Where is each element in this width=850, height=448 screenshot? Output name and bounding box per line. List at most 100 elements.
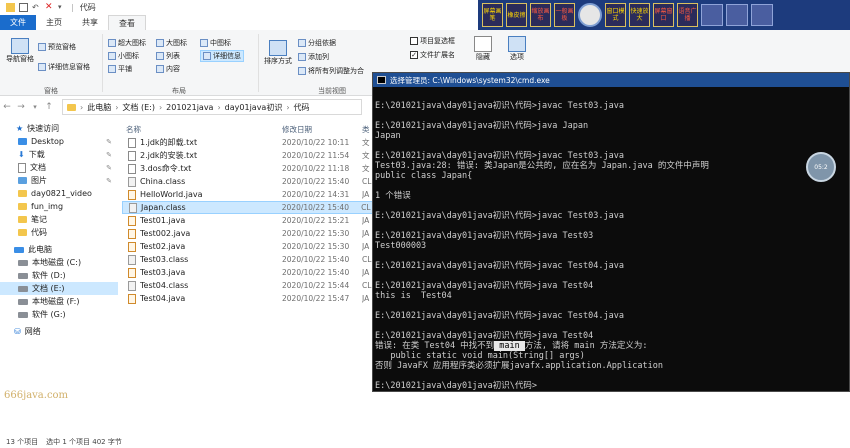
layout-content[interactable]: 内容 [156, 64, 180, 74]
record-icon[interactable] [578, 3, 602, 27]
tool-button[interactable]: 橡皮擦 [506, 3, 527, 27]
nav-item-fun-img[interactable]: fun_img [0, 200, 118, 213]
nav-item-network[interactable]: ⛁ 网络 [0, 325, 118, 338]
file-row[interactable]: Test002.java 2020/10/22 15:30 JA [122, 227, 374, 240]
file-extensions-toggle[interactable]: ✓ 文件扩展名 [410, 50, 455, 60]
undo-icon[interactable]: ↶ [32, 3, 41, 12]
sort-by-button[interactable]: 排序方式 [264, 40, 292, 66]
breadcrumb-item[interactable]: 201021java [166, 103, 213, 112]
pen-icon[interactable] [701, 4, 723, 26]
layout-large-icons[interactable]: 大图标 [156, 38, 187, 48]
nav-label: 此电脑 [28, 245, 52, 254]
cmd-title-bar[interactable]: 选择管理员: C:\Windows\system32\cmd.exe [373, 73, 849, 87]
file-row[interactable]: 2.jdk的安装.txt 2020/10/22 11:54 文 [122, 149, 374, 162]
nav-item-drive-d[interactable]: 软件 (D:) [0, 269, 118, 282]
add-column-button[interactable]: 添加列 [298, 52, 329, 62]
cmd-error-line: 错误: 在类 Test04 中找不到 main 方法, 请将 main 方法定义… [375, 341, 849, 351]
screen-icon[interactable] [726, 4, 748, 26]
file-row[interactable]: Test04.java 2020/10/22 15:47 JA [122, 292, 374, 305]
file-row[interactable]: Test01.java 2020/10/22 15:21 JA [122, 214, 374, 227]
properties-icon[interactable] [19, 2, 28, 12]
layout-medium-icons[interactable]: 中图标 [200, 38, 231, 48]
layout-details[interactable]: 详细信息 [200, 50, 244, 62]
nav-pane-button[interactable]: 导航窗格 [6, 38, 34, 64]
nav-item-notes[interactable]: 笔记 [0, 213, 118, 226]
file-row[interactable]: Test04.class 2020/10/22 15:44 CL [122, 279, 374, 292]
tool-button[interactable]: 屏幕窗口 [653, 3, 674, 27]
file-row[interactable]: 3.dos命令.txt 2020/10/22 11:18 文 [122, 162, 374, 175]
layout-label: 平铺 [118, 65, 132, 73]
floating-timer-badge[interactable]: 05:2 [806, 152, 836, 182]
forward-arrow-icon[interactable]: → [14, 102, 28, 112]
delete-icon[interactable]: ✕ [45, 2, 54, 12]
nav-label: Desktop [31, 137, 64, 146]
layout-list[interactable]: 列表 [156, 51, 180, 61]
tiles-icon [108, 65, 116, 73]
preview-pane-label: 预览窗格 [48, 43, 76, 51]
drive-icon [18, 298, 28, 305]
preview-pane-icon [38, 43, 46, 51]
nav-item-desktop[interactable]: Desktop ✎ [0, 135, 118, 148]
tool-button[interactable]: 缩放画布 [530, 3, 551, 27]
breadcrumb-item[interactable]: 代码 [294, 102, 310, 113]
file-row[interactable]: Test02.java 2020/10/22 15:30 JA [122, 240, 374, 253]
cmd-title: 选择管理员: C:\Windows\system32\cmd.exe [390, 75, 550, 85]
tool-button[interactable]: 屏幕画笔 [482, 3, 503, 27]
nav-item-drive-c[interactable]: 本地磁盘 (C:) [0, 256, 118, 269]
item-checkboxes-toggle[interactable]: 项目复选框 [410, 36, 455, 46]
tab-home[interactable]: 主页 [36, 15, 72, 30]
address-bar[interactable]: › 此电脑 › 文档 (E:) › 201021java › day01java… [62, 99, 362, 115]
tool-button[interactable]: 一般画板 [554, 3, 575, 27]
nav-item-code[interactable]: 代码 [0, 226, 118, 239]
up-arrow-icon[interactable]: ↑ [42, 102, 56, 112]
breadcrumb-item[interactable]: 此电脑 [87, 102, 111, 113]
file-row[interactable]: Test03.class 2020/10/22 15:40 CL [122, 253, 374, 266]
layout-tiles[interactable]: 平铺 [108, 64, 132, 74]
chevron-down-icon[interactable]: ▾ [28, 103, 42, 111]
tool-button[interactable]: 语音广播 [677, 3, 698, 27]
hide-selected-button[interactable]: 隐藏 [474, 36, 492, 62]
nav-item-quick-access[interactable]: ★ 快速访问 [0, 122, 118, 135]
nav-item-pictures[interactable]: 图片 ✎ [0, 174, 118, 187]
tool-button[interactable]: 窗口模式 [605, 3, 626, 27]
fit-columns-button[interactable]: 将所有列调整为合 [298, 66, 364, 76]
tab-share[interactable]: 共享 [72, 15, 108, 30]
group-by-button[interactable]: 分组依据 [298, 38, 336, 48]
dropdown-icon[interactable]: ▾ [58, 3, 67, 12]
grid-icon [156, 39, 164, 47]
details-pane-button[interactable]: 详细信息窗格 [38, 62, 90, 72]
nav-item-drive-f[interactable]: 本地磁盘 (F:) [0, 295, 118, 308]
column-name[interactable]: 名称 [122, 124, 282, 135]
nav-item-downloads[interactable]: ⬇ 下载 ✎ [0, 148, 118, 161]
tab-file[interactable]: 文件 [0, 15, 36, 30]
tab-view[interactable]: 查看 [108, 15, 146, 30]
file-name: Japan.class [123, 202, 282, 213]
file-row[interactable]: China.class 2020/10/22 15:40 CL [122, 175, 374, 188]
file-row[interactable]: HelloWorld.java 2020/10/22 14:31 JA [122, 188, 374, 201]
breadcrumb-item[interactable]: 文档 (E:) [122, 102, 155, 113]
folder-icon[interactable] [6, 2, 15, 12]
breadcrumb-item[interactable]: day01java初识 [225, 102, 283, 113]
options-button[interactable]: 选项 [508, 36, 526, 62]
nav-item-day0821-video[interactable]: day0821_video [0, 187, 118, 200]
file-row[interactable]: Japan.class 2020/10/22 15:40 CL [122, 201, 374, 214]
column-date[interactable]: 修改日期 [282, 124, 362, 135]
add-column-icon [298, 53, 306, 61]
tool-button[interactable]: 快速放大 [629, 3, 650, 27]
nav-item-drive-e[interactable]: 文档 (E:) [0, 282, 118, 295]
nav-item-this-pc[interactable]: 此电脑 [0, 243, 118, 256]
cmd-window[interactable]: 选择管理员: C:\Windows\system32\cmd.exe E:\20… [372, 72, 850, 392]
nav-item-drive-g[interactable]: 软件 (G:) [0, 308, 118, 321]
camera-icon[interactable] [751, 4, 773, 26]
layout-xlarge-icons[interactable]: 超大图标 [108, 38, 146, 48]
file-row[interactable]: Test03.java 2020/10/22 15:40 JA [122, 266, 374, 279]
preview-pane-button[interactable]: 预览窗格 [38, 42, 76, 52]
class-file-icon [128, 254, 136, 265]
layout-small-icons[interactable]: 小图标 [108, 51, 139, 61]
file-name: Test04.java [122, 293, 282, 304]
cmd-line [375, 271, 849, 281]
back-arrow-icon[interactable]: ← [0, 102, 14, 112]
file-row[interactable]: 1.jdk的卸载.txt 2020/10/22 10:11 文 [122, 136, 374, 149]
cmd-output[interactable]: E:\201021java\day01java初识\代码>javac Test0… [373, 87, 849, 391]
nav-item-documents[interactable]: 文档 ✎ [0, 161, 118, 174]
